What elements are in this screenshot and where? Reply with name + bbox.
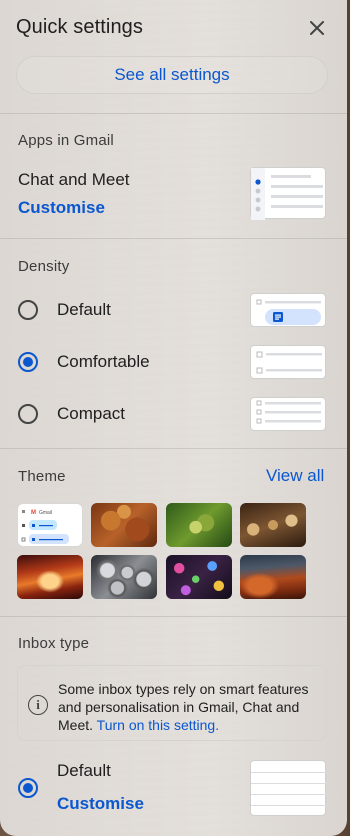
density-compact-graphic [256, 400, 321, 424]
theme-tile-bokeh-lights[interactable] [166, 555, 232, 599]
theme-tile-desert-canyon[interactable] [240, 555, 306, 599]
theme-tile-canyon-glow[interactable] [17, 555, 83, 599]
density-compact-radio[interactable] [18, 404, 38, 424]
density-default-graphic [256, 299, 321, 325]
theme-tile-autumn-leaves[interactable] [91, 503, 157, 547]
divider [0, 238, 347, 239]
inbox-customise-link[interactable]: Customise [57, 794, 144, 814]
apps-section-title: Apps in Gmail [18, 132, 114, 149]
apps-preview-thumbnail [250, 167, 326, 220]
theme-view-all-link[interactable]: View all [266, 466, 324, 486]
theme-tile-default[interactable]: M Gmail [17, 503, 83, 547]
inbox-preview-graphic [251, 772, 327, 806]
close-icon [310, 21, 324, 35]
apps-preview-graphic [251, 168, 323, 220]
default-theme-graphic: M Gmail [21, 510, 69, 544]
see-all-settings-button[interactable]: See all settings [16, 56, 328, 94]
density-option-label: Compact [57, 404, 126, 423]
density-option-compact[interactable]: Compact [0, 394, 347, 434]
inbox-info-box: i Some inbox types rely on smart feature… [17, 665, 327, 741]
density-default-preview [250, 293, 326, 327]
close-button[interactable] [305, 16, 329, 40]
inbox-section-title: Inbox type [18, 635, 90, 652]
inbox-default-radio[interactable] [18, 778, 38, 798]
divider [0, 616, 347, 617]
density-option-default[interactable]: Default [0, 290, 347, 330]
panel-title: Quick settings [16, 16, 144, 38]
theme-tile-metal-pipes[interactable] [91, 555, 157, 599]
divider [0, 113, 347, 114]
inbox-preview-thumbnail [250, 760, 327, 816]
theme-tile-green-caterpillar[interactable] [166, 503, 232, 547]
quick-settings-panel: Quick settings See all settings Apps in … [0, 0, 347, 836]
chat-and-meet-label: Chat and Meet [18, 170, 130, 189]
inbox-option-label: Default [57, 761, 111, 780]
theme-tile-chess-pieces[interactable] [240, 503, 306, 547]
svg-text:M: M [31, 510, 36, 516]
density-default-radio[interactable] [18, 300, 38, 320]
density-option-label: Default [57, 300, 111, 319]
density-comfortable-graphic [256, 351, 322, 374]
inbox-info-text: Some inbox types rely on smart features … [58, 680, 320, 734]
header: Quick settings [16, 16, 331, 44]
apps-customise-link[interactable]: Customise [18, 198, 105, 218]
info-icon: i [28, 695, 48, 715]
theme-section-title: Theme [18, 468, 66, 485]
density-option-label: Comfortable [57, 352, 150, 371]
density-compact-preview [250, 397, 326, 431]
divider [0, 448, 347, 449]
density-option-comfortable[interactable]: Comfortable [0, 342, 347, 382]
density-comfortable-radio[interactable] [18, 352, 38, 372]
turn-on-setting-link[interactable]: Turn on this setting. [97, 717, 219, 733]
density-comfortable-preview [250, 345, 326, 379]
gmail-logo-text: Gmail [39, 510, 52, 516]
density-section-title: Density [18, 258, 70, 275]
